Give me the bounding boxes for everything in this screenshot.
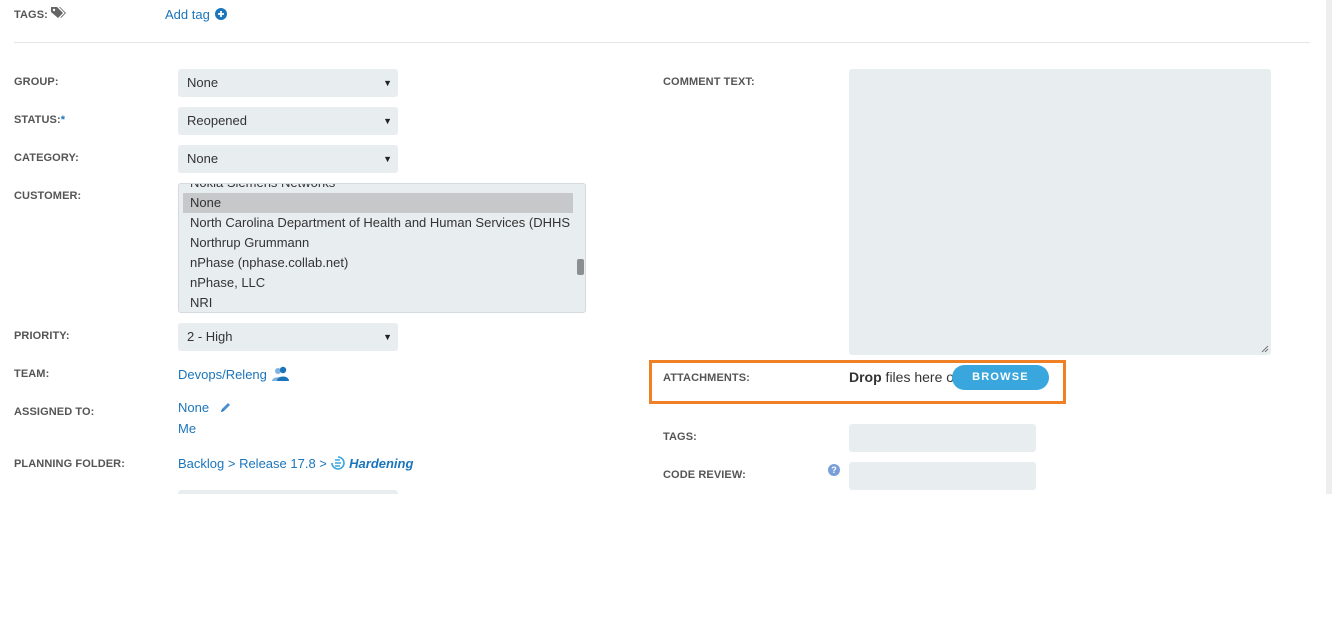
- comment-textarea[interactable]: [849, 69, 1271, 355]
- list-item[interactable]: NRI: [183, 293, 573, 312]
- list-item[interactable]: Nokia Siemens Networks: [183, 184, 573, 193]
- team-label: TEAM:: [14, 368, 50, 380]
- assigned-to-link[interactable]: None: [178, 400, 232, 417]
- list-item-selected[interactable]: None: [183, 193, 573, 213]
- group-label: GROUP:: [14, 76, 59, 88]
- attachments-label: ATTACHMENTS:: [663, 372, 750, 384]
- list-item[interactable]: North Carolina Department of Health and …: [183, 213, 573, 233]
- priority-select[interactable]: 2 - High ▼: [178, 323, 398, 351]
- dropdown-arrow-icon: ▼: [383, 332, 392, 342]
- tag-icon: [50, 6, 66, 25]
- comment-text-label: COMMENT TEXT:: [663, 76, 755, 88]
- scrollbar[interactable]: [576, 184, 585, 312]
- assigned-to-label: ASSIGNED TO:: [14, 406, 95, 418]
- drop-zone-text[interactable]: Drop files here or: [849, 369, 959, 385]
- group-select[interactable]: None ▼: [178, 69, 398, 97]
- divider: [14, 42, 1310, 43]
- scrollbar-thumb[interactable]: [577, 259, 584, 275]
- pencil-icon[interactable]: [219, 401, 232, 417]
- page-scrollbar[interactable]: [1326, 0, 1332, 494]
- list-item[interactable]: nPhase (nphase.collab.net): [183, 253, 573, 273]
- tags-field-label: TAGS:: [663, 431, 697, 443]
- tags-label: TAGS:: [14, 9, 48, 21]
- dropdown-arrow-icon: ▼: [383, 78, 392, 88]
- list-item[interactable]: nPhase, LLC: [183, 273, 573, 293]
- team-users-icon: [271, 366, 291, 385]
- sprint-icon: [330, 456, 346, 473]
- next-field[interactable]: [178, 490, 398, 494]
- customer-label: CUSTOMER:: [14, 190, 82, 202]
- status-select[interactable]: Reopened ▼: [178, 107, 398, 135]
- add-tag-link[interactable]: Add tag: [165, 7, 228, 23]
- resize-handle-icon[interactable]: [1261, 345, 1269, 353]
- list-item[interactable]: Northrup Grummann: [183, 233, 573, 253]
- code-review-input[interactable]: [849, 462, 1036, 490]
- dropdown-arrow-icon: ▼: [383, 116, 392, 126]
- plus-circle-icon: [215, 8, 228, 23]
- category-select[interactable]: None ▼: [178, 145, 398, 173]
- code-review-label: CODE REVIEW:: [663, 469, 746, 481]
- planning-folder-current[interactable]: Hardening: [349, 456, 413, 471]
- dropdown-arrow-icon: ▼: [383, 154, 392, 164]
- customer-listbox[interactable]: Nokia Siemens Networks None North Caroli…: [178, 183, 586, 313]
- assign-me-link[interactable]: Me: [178, 421, 196, 436]
- planning-folder-breadcrumb[interactable]: Backlog > Release 17.8 > Hardening: [178, 456, 413, 473]
- planning-folder-label: PLANNING FOLDER:: [14, 458, 125, 470]
- tags-input[interactable]: [849, 424, 1036, 452]
- category-label: CATEGORY:: [14, 152, 79, 164]
- help-icon[interactable]: ?: [828, 464, 840, 476]
- team-link[interactable]: Devops/Releng: [178, 366, 291, 385]
- status-label: STATUS:*: [14, 114, 66, 126]
- priority-label: PRIORITY:: [14, 330, 70, 342]
- browse-button[interactable]: BROWSE: [952, 365, 1049, 390]
